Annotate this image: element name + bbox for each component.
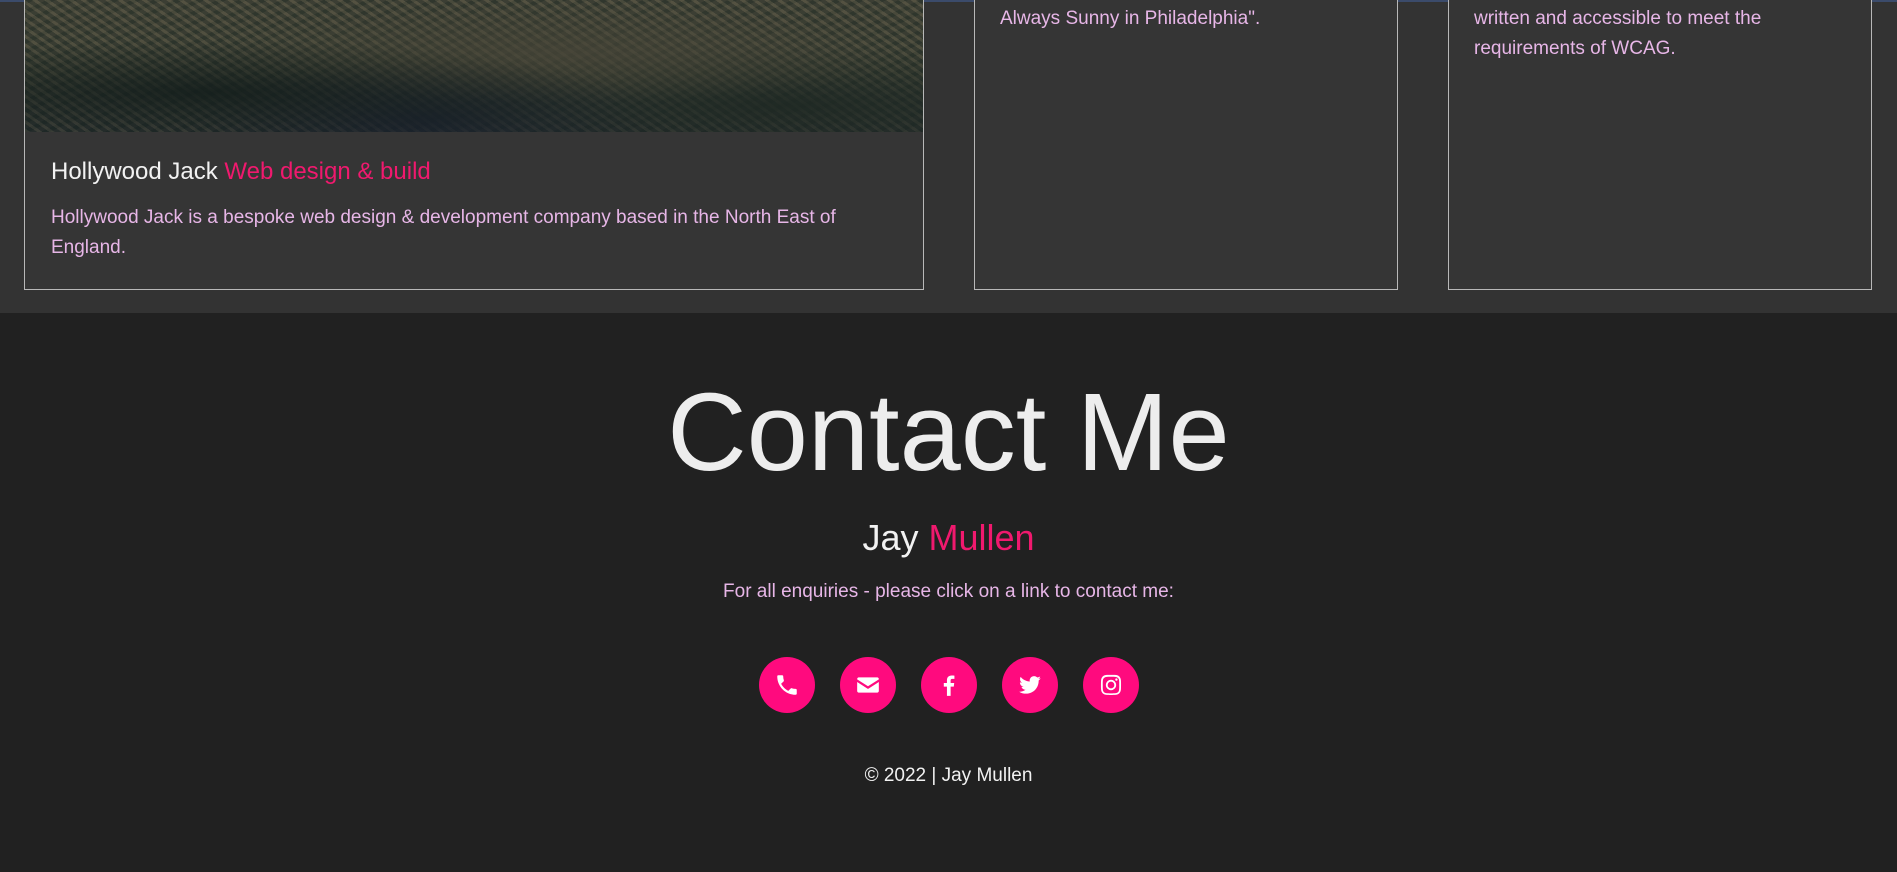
twitter-icon <box>1018 676 1041 694</box>
project-card[interactable]: Always Sunny in Philadelphia". <box>974 0 1398 290</box>
project-title-subtitle: Web design & build <box>224 158 431 185</box>
project-thumbnail[interactable] <box>25 0 923 132</box>
contact-last-name: Mullen <box>928 517 1035 558</box>
phone-icon <box>776 675 797 695</box>
project-description: Hollywood Jack is a bespoke web design &… <box>51 207 836 258</box>
email-link-button[interactable] <box>839 657 896 713</box>
contact-section: Contact Me Jay Mullen For all enquiries … <box>0 313 1897 872</box>
twitter-link-button[interactable] <box>1001 657 1058 713</box>
facebook-icon <box>943 675 954 696</box>
phone-link-button[interactable] <box>758 657 815 713</box>
envelope-icon <box>856 677 879 693</box>
project-description: written and accessible to meet the requi… <box>1474 8 1762 59</box>
portfolio-section: Hollywood Jack Web design & build Hollyw… <box>0 0 1897 313</box>
contact-first-name: Jay <box>862 517 919 558</box>
facebook-link-button[interactable] <box>920 657 977 713</box>
contact-intro: For all enquiries - please click on a li… <box>723 581 1174 602</box>
contact-heading: Contact Me <box>667 371 1230 494</box>
contact-name: Jay Mullen <box>0 516 1897 560</box>
social-links <box>0 657 1897 713</box>
instagram-link-button[interactable] <box>1082 657 1139 713</box>
project-card-hollywood-jack[interactable]: Hollywood Jack Web design & build Hollyw… <box>24 0 924 290</box>
copyright-text: © 2022 | Jay Mullen <box>864 765 1033 786</box>
project-title-name: Hollywood Jack <box>51 158 218 185</box>
project-card[interactable]: written and accessible to meet the requi… <box>1448 0 1872 290</box>
project-title: Hollywood Jack Web design & build <box>51 158 431 186</box>
project-description: Always Sunny in Philadelphia". <box>1000 8 1261 29</box>
instagram-icon <box>1100 674 1121 695</box>
